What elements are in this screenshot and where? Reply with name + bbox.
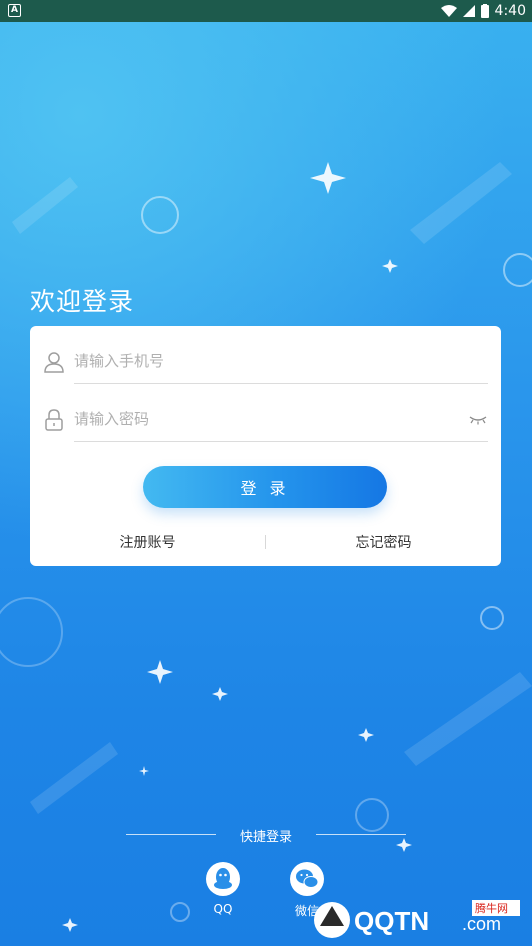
notification-icon: A: [8, 4, 21, 17]
battery-icon: [480, 4, 489, 18]
qqtn-watermark: QQTN .com 腾牛网: [314, 900, 520, 938]
login-screen: 欢迎登录 登 录: [0, 22, 532, 946]
phone-field: [44, 340, 488, 384]
lock-icon: [45, 409, 63, 431]
phone-underline: [74, 383, 488, 384]
user-icon: [44, 352, 64, 373]
watermark-suffix: .com: [462, 914, 501, 934]
watermark-brand: QQTN: [354, 906, 429, 936]
status-bar: A 4:40: [0, 0, 532, 22]
signal-icon: [462, 5, 475, 17]
wifi-icon: [440, 5, 457, 17]
qq-label: QQ: [213, 902, 233, 916]
login-button[interactable]: 登 录: [143, 466, 387, 508]
quick-login-header: 快捷登录: [126, 822, 406, 846]
password-field: [44, 398, 488, 442]
qq-login-button[interactable]: QQ: [203, 862, 243, 916]
watermark-tag: 腾牛网: [475, 901, 508, 915]
password-underline: [74, 441, 488, 442]
quick-login-line-right: [316, 834, 406, 835]
qq-icon: [214, 868, 232, 889]
welcome-title: 欢迎登录: [30, 287, 135, 316]
password-input[interactable]: [74, 404, 454, 434]
quick-login-title: 快捷登录: [239, 830, 292, 845]
status-time: 4:40: [494, 3, 526, 19]
forgot-password-link[interactable]: 忘记密码: [266, 532, 501, 552]
phone-input[interactable]: [74, 346, 454, 376]
login-card: 登 录 注册账号 忘记密码: [30, 326, 501, 566]
wechat-icon: [296, 869, 319, 888]
eye-closed-icon[interactable]: [468, 412, 488, 426]
account-links: 注册账号 忘记密码: [30, 532, 501, 554]
register-link[interactable]: 注册账号: [30, 532, 265, 552]
